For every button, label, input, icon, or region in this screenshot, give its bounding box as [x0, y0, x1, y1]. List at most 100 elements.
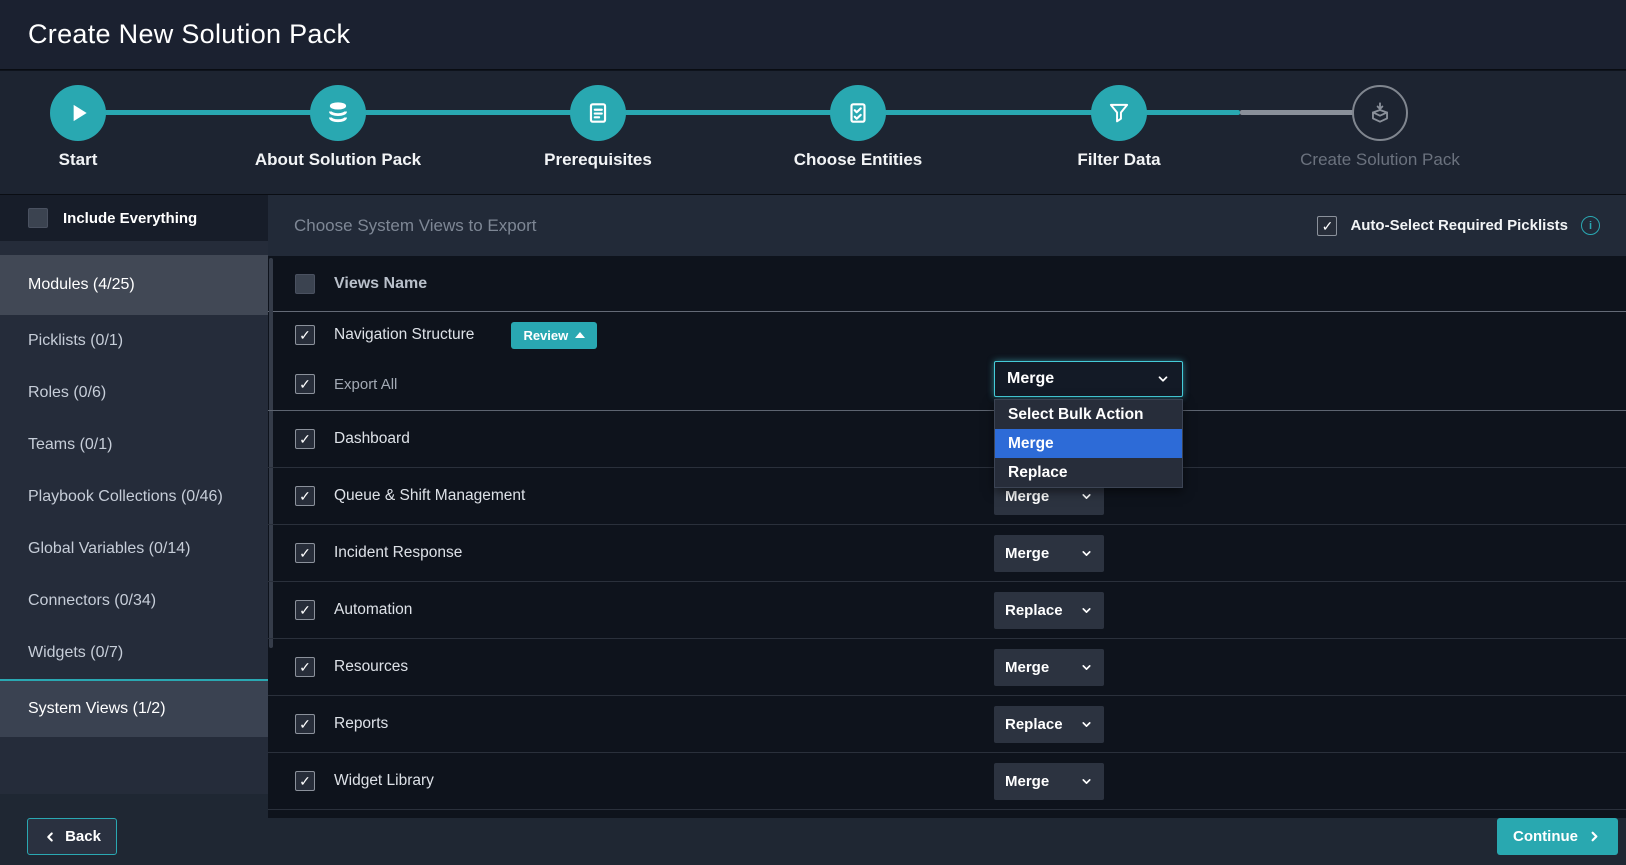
- sidebar-item-roles[interactable]: Roles (0/6): [0, 367, 268, 419]
- chevron-down-icon: [1080, 604, 1093, 617]
- action-select[interactable]: Replace: [994, 592, 1104, 629]
- sidebar-item-modules[interactable]: Modules (4/25): [0, 255, 268, 315]
- action-select[interactable]: Replace: [994, 706, 1104, 743]
- include-everything-checkbox[interactable]: [28, 208, 48, 228]
- sidebar-item-system-views[interactable]: System Views (1/2): [0, 679, 268, 737]
- page-title: Create New Solution Pack: [28, 19, 351, 49]
- sidebar-item-teams[interactable]: Teams (0/1): [0, 419, 268, 471]
- view-row-checkbox[interactable]: ✓: [295, 657, 315, 677]
- view-row-checkbox[interactable]: ✓: [295, 429, 315, 449]
- sidebar-item-playbook-collections[interactable]: Playbook Collections (0/46): [0, 471, 268, 523]
- chevron-down-icon: [1080, 718, 1093, 731]
- view-row: ✓ Dashboard Merge: [268, 411, 1626, 468]
- auto-select-label: Auto-Select Required Picklists: [1350, 217, 1568, 234]
- info-icon[interactable]: i: [1581, 216, 1600, 235]
- sidebar-item-global-variables[interactable]: Global Variables (0/14): [0, 523, 268, 575]
- funnel-icon: [1106, 100, 1132, 126]
- view-row-label: Dashboard: [334, 430, 410, 447]
- view-row-checkbox[interactable]: ✓: [295, 771, 315, 791]
- export-all-checkbox[interactable]: ✓: [295, 374, 315, 394]
- view-row-checkbox[interactable]: ✓: [295, 600, 315, 620]
- view-row-label: Incident Response: [334, 544, 463, 561]
- view-row-label: Automation: [334, 601, 413, 618]
- bulk-menu-option[interactable]: Merge: [995, 429, 1182, 458]
- continue-button[interactable]: Continue: [1497, 818, 1618, 855]
- table-header-row: Views Name: [268, 256, 1626, 312]
- action-select-value: Merge: [1005, 773, 1050, 790]
- bulk-menu-option[interactable]: Select Bulk Action: [995, 400, 1182, 429]
- view-row-label: Resources: [334, 658, 409, 675]
- step-label: Start: [58, 150, 98, 169]
- package-icon: [1367, 100, 1393, 126]
- document-icon: [585, 100, 611, 126]
- chevron-up-icon: [575, 332, 586, 338]
- action-select[interactable]: Merge: [994, 535, 1104, 572]
- navigation-structure-label: Navigation Structure: [334, 326, 475, 343]
- view-row-checkbox[interactable]: ✓: [295, 543, 315, 563]
- chevron-down-icon: [1080, 775, 1093, 788]
- action-select[interactable]: Merge: [994, 763, 1104, 800]
- stepper-step-create-solution-pack[interactable]: Create Solution Pack: [1290, 85, 1470, 170]
- chevron-down-icon: [1156, 372, 1170, 386]
- view-row-checkbox[interactable]: ✓: [295, 486, 315, 506]
- view-row: ✓ Incident Response Merge: [268, 525, 1626, 582]
- title-bar: Create New Solution Pack: [0, 0, 1626, 70]
- action-select-value: Merge: [1005, 545, 1050, 562]
- chevron-down-icon: [1080, 490, 1093, 503]
- chevron-down-icon: [1080, 661, 1093, 674]
- include-everything-row[interactable]: Include Everything: [0, 195, 268, 241]
- export-all-label: Export All: [334, 375, 398, 393]
- action-select-value: Merge: [1005, 659, 1050, 676]
- stepper-step-choose-entities[interactable]: Choose Entities: [768, 85, 948, 170]
- auto-select-checkbox[interactable]: ✓: [1317, 215, 1338, 236]
- continue-button-label: Continue: [1513, 828, 1578, 845]
- step-label: Filter Data: [1077, 150, 1161, 169]
- chevron-right-icon: [1587, 829, 1602, 844]
- stepper-step-prerequisites[interactable]: Prerequisites: [508, 85, 688, 170]
- action-select-value: Replace: [1005, 602, 1063, 619]
- view-row: ✓ Automation Replace: [268, 582, 1626, 639]
- view-row: ✓ Widget Library Merge: [268, 753, 1626, 810]
- stepper-step-about-solution-pack[interactable]: About Solution Pack: [248, 85, 428, 170]
- sidebar-item-widgets[interactable]: Widgets (0/7): [0, 627, 268, 679]
- bulk-menu-option[interactable]: Replace: [995, 458, 1182, 487]
- sidebar-item-connectors[interactable]: Connectors (0/34): [0, 575, 268, 627]
- view-row: ✓ Resources Merge: [268, 639, 1626, 696]
- panel-heading: Choose System Views to Export: [294, 215, 537, 235]
- stepper-step-filter-data[interactable]: Filter Data: [1029, 85, 1209, 170]
- back-button[interactable]: Back: [27, 818, 117, 855]
- view-row-checkbox[interactable]: ✓: [295, 714, 315, 734]
- action-select-value: Merge: [1005, 488, 1050, 505]
- view-row: ✓ Reports Replace: [268, 696, 1626, 753]
- views-table: Views Name ✓ Navigation Structure Review…: [268, 256, 1626, 818]
- include-everything-label: Include Everything: [63, 209, 198, 227]
- panel-header: Choose System Views to Export ✓ Auto-Sel…: [268, 195, 1626, 256]
- stepper-step-start[interactable]: Start: [0, 85, 168, 170]
- step-label: Choose Entities: [793, 150, 923, 169]
- export-all-row: ✓ Export All: [268, 358, 1626, 411]
- play-icon: [65, 100, 91, 126]
- view-row-label: Queue & Shift Management: [334, 487, 526, 504]
- navigation-structure-checkbox[interactable]: ✓: [295, 325, 315, 345]
- checklist-icon: [845, 100, 871, 126]
- view-row: ✓ Queue & Shift Management Merge: [268, 468, 1626, 525]
- review-button-label: Review: [523, 327, 569, 343]
- bulk-action-select[interactable]: Merge: [994, 361, 1183, 397]
- action-select[interactable]: Merge: [994, 649, 1104, 686]
- entities-sidebar: Include Everything Modules (4/25) Picklis…: [0, 195, 268, 794]
- action-select-value: Replace: [1005, 716, 1063, 733]
- chevron-left-icon: [43, 830, 57, 844]
- auto-select-picklists[interactable]: ✓ Auto-Select Required Picklists i: [1317, 215, 1600, 236]
- step-label: Prerequisites: [544, 150, 652, 169]
- back-button-label: Back: [65, 828, 101, 845]
- step-label: About Solution Pack: [254, 150, 422, 169]
- view-row-label: Widget Library: [334, 772, 434, 789]
- views-name-header: Views Name: [334, 274, 428, 292]
- database-icon: [325, 100, 351, 126]
- bulk-action-menu: Select Bulk Action Merge Replace: [994, 399, 1183, 488]
- select-all-checkbox[interactable]: [295, 273, 315, 294]
- review-button[interactable]: Review: [511, 321, 598, 349]
- sidebar-item-picklists[interactable]: Picklists (0/1): [0, 315, 268, 367]
- navigation-structure-row: ✓ Navigation Structure Review: [268, 312, 1626, 358]
- bulk-action-dropdown: Merge Select Bulk Action Merge Replace: [994, 361, 1183, 488]
